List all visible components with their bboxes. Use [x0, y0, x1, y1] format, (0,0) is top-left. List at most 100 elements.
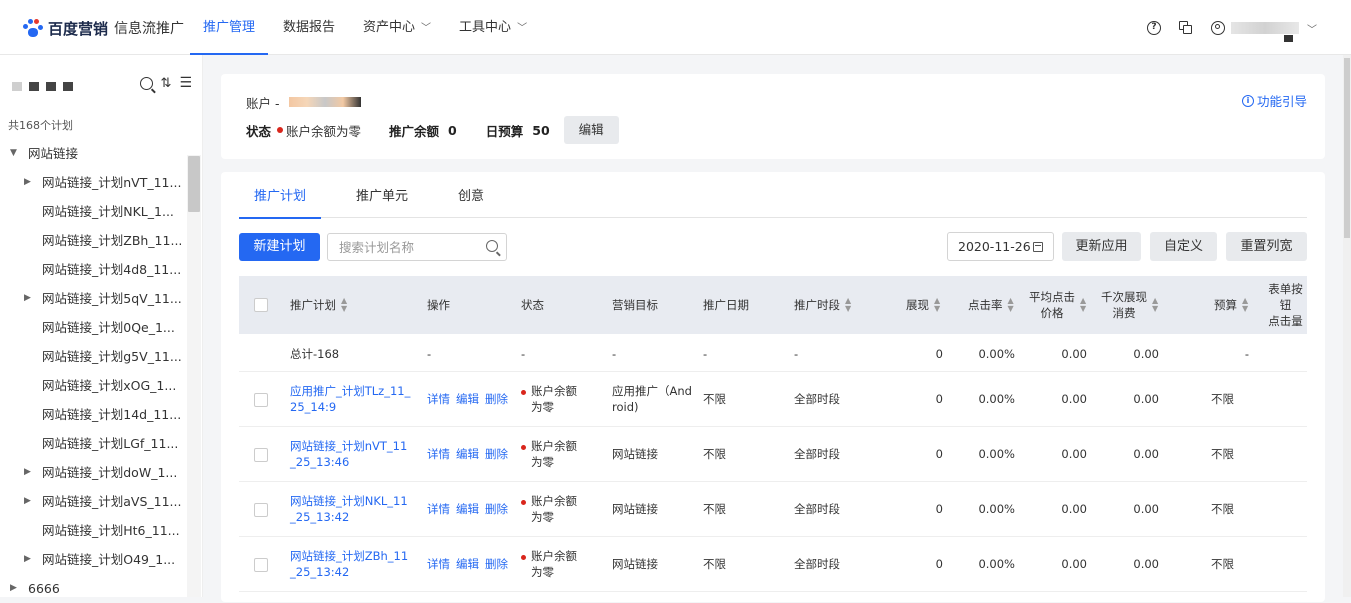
sidebar-scrollbar[interactable]: [187, 155, 201, 597]
detail-link[interactable]: 详情: [427, 392, 450, 406]
sidebar-tree-item[interactable]: ▶ 网站链接_计划nVT_11...: [0, 168, 187, 197]
detail-link[interactable]: 详情: [427, 557, 450, 571]
plan-name-link[interactable]: 网站链接_计划ZBh_11 _25_13:42: [290, 548, 408, 580]
delete-link[interactable]: 删除: [485, 557, 508, 571]
status-dot: [521, 555, 526, 560]
col-cpm[interactable]: 千次展现 消费 ▲ ▼: [1101, 276, 1158, 334]
help-icon[interactable]: ?: [1147, 21, 1161, 35]
detail-link[interactable]: 详情: [427, 502, 450, 516]
update-apply-button[interactable]: 更新应用: [1062, 232, 1141, 261]
sidebar-tree-item[interactable]: 网站链接_计划xOG_1...: [0, 371, 187, 400]
status-dot: [521, 445, 526, 450]
search-icon[interactable]: [486, 240, 498, 252]
col-budget[interactable]: 预算 ▲ ▼: [1214, 276, 1248, 334]
delete-link[interactable]: 删除: [485, 447, 508, 461]
calendar-icon: [1033, 242, 1043, 252]
search-icon[interactable]: [139, 77, 156, 94]
sidebar-tree-item[interactable]: ▼ 网站链接: [0, 139, 187, 168]
page-scroll-thumb[interactable]: [1344, 58, 1350, 238]
edit-link[interactable]: 编辑: [456, 557, 479, 571]
sidebar-tree-item[interactable]: ▶ 6666: [0, 574, 187, 603]
sidebar-tree-label: 网站链接_计划0Qe_1...: [42, 320, 175, 335]
product-name: 信息流推广: [114, 21, 185, 37]
sort-icon[interactable]: ⇅: [161, 75, 172, 92]
date-picker[interactable]: 2020-11-26: [947, 232, 1054, 261]
reset-column-width-button[interactable]: 重置列宽: [1226, 232, 1307, 261]
plan-name-link[interactable]: 网站链接_计划nVT_11 _25_13:46: [290, 438, 407, 470]
nav-promotion-management[interactable]: 推广管理: [190, 0, 269, 55]
caret-down-icon[interactable]: ▼: [10, 139, 17, 168]
period-cell: 全部时段: [794, 447, 840, 461]
col-plan[interactable]: 推广计划 ▲ ▼: [290, 276, 347, 334]
edit-link[interactable]: 编辑: [456, 392, 479, 406]
caret-right-icon[interactable]: ▶: [24, 487, 31, 516]
tab-plans[interactable]: 推广计划: [239, 172, 322, 219]
nav-tool-center[interactable]: 工具中心 ﹀: [446, 0, 540, 55]
row-actions: 详情 编辑 删除: [427, 556, 514, 572]
sort-icon: ▲ ▼: [1080, 296, 1087, 313]
tab-units[interactable]: 推广单元: [341, 172, 423, 218]
col-op: 操作: [427, 298, 450, 312]
goal-cell: 网站链接: [612, 557, 658, 571]
customize-columns-button[interactable]: 自定义: [1150, 232, 1217, 261]
delete-link[interactable]: 删除: [485, 502, 508, 516]
select-all-checkbox[interactable]: [254, 298, 268, 312]
row-checkbox[interactable]: [254, 393, 268, 407]
sidebar-tree-item[interactable]: ▶ 网站链接_计划O49_1...: [0, 545, 187, 574]
sort-icon: ▲ ▼: [1242, 296, 1249, 313]
new-plan-button[interactable]: 新建计划: [239, 233, 320, 261]
caret-right-icon[interactable]: ▶: [24, 545, 31, 574]
sidebar-tree-item[interactable]: 网站链接_计划14d_11...: [0, 400, 187, 429]
row-checkbox[interactable]: [254, 448, 268, 462]
search-input[interactable]: [328, 234, 478, 260]
sidebar-tree-item[interactable]: ▶ 网站链接_计划5qV_11...: [0, 284, 187, 313]
period-cell: 全部时段: [794, 557, 840, 571]
caret-right-icon[interactable]: ▶: [24, 458, 31, 487]
sort-icon: ▲ ▼: [845, 296, 852, 313]
detail-link[interactable]: 详情: [427, 447, 450, 461]
col-period[interactable]: 推广时段 ▲ ▼: [794, 276, 851, 334]
tab-creatives[interactable]: 创意: [443, 172, 499, 218]
caret-right-icon[interactable]: ▶: [24, 284, 31, 313]
edit-link[interactable]: 编辑: [456, 502, 479, 516]
edit-budget-button[interactable]: 编辑: [563, 116, 619, 144]
caret-right-icon[interactable]: ▶: [10, 574, 17, 603]
col-ctr[interactable]: 点击率 ▲ ▼: [968, 276, 1014, 334]
delete-link[interactable]: 删除: [485, 392, 508, 406]
plan-name-link[interactable]: 应用推广_计划TLz_11_ 25_14:9: [290, 383, 410, 415]
sidebar-tree-item[interactable]: 网站链接_计划LGf_11...: [0, 429, 187, 458]
nav-asset-center[interactable]: 资产中心 ﹀: [350, 0, 444, 55]
plan-list-card: 推广计划 推广单元 创意 新建计划 2020-11-26 更新应用 自定义 重置…: [221, 172, 1325, 602]
col-goal: 营销目标: [612, 298, 658, 312]
brand-logo[interactable]: 百度营销 信息流推广: [22, 16, 184, 40]
row-actions: 详情 编辑 删除: [427, 446, 514, 462]
row-checkbox[interactable]: [254, 503, 268, 517]
sidebar-tree-item[interactable]: 网站链接_计划NKL_1...: [0, 197, 187, 226]
col-date: 推广日期: [703, 298, 749, 312]
sidebar-tree-item[interactable]: 网站链接_计划4d8_11...: [0, 255, 187, 284]
sidebar-tree-item[interactable]: 网站链接_计划Ht6_11...: [0, 516, 187, 545]
sort-icon: ▲ ▼: [341, 296, 348, 313]
sidebar-tree-item[interactable]: ▶ 网站链接_计划aVS_11...: [0, 487, 187, 516]
sidebar-tree-item[interactable]: 网站链接_计划0Qe_1...: [0, 313, 187, 342]
row-actions: 详情 编辑 删除: [427, 391, 514, 407]
copy-icon[interactable]: [1179, 21, 1193, 35]
sidebar-tree-item[interactable]: 网站链接_计划ZBh_11...: [0, 226, 187, 255]
edit-link[interactable]: 编辑: [456, 447, 479, 461]
list-menu-icon[interactable]: ☰: [179, 75, 192, 92]
sidebar-scroll-thumb[interactable]: [188, 156, 200, 212]
row-checkbox[interactable]: [254, 558, 268, 572]
col-impressions[interactable]: 展现 ▲ ▼: [906, 276, 940, 334]
feature-guide-link[interactable]: i 功能引导: [1241, 91, 1307, 110]
sidebar-tree-item[interactable]: ▶ 网站链接_计划doW_1...: [0, 458, 187, 487]
nav-data-report[interactable]: 数据报告: [270, 0, 348, 55]
sidebar-tree-item[interactable]: 网站链接_计划g5V_11...: [0, 342, 187, 371]
balance-value: 0: [448, 122, 457, 138]
date-cell: 不限: [703, 502, 726, 516]
col-avg-cpc[interactable]: 平均点击 价格 ▲ ▼: [1029, 276, 1086, 334]
cpc-cell: 0.00: [1061, 502, 1087, 516]
caret-right-icon[interactable]: ▶: [24, 168, 31, 197]
plan-name-link[interactable]: 网站链接_计划NKL_11 _25_13:42: [290, 493, 408, 525]
user-menu[interactable]: ﹀: [1211, 21, 1317, 42]
status-dot: [521, 500, 526, 505]
